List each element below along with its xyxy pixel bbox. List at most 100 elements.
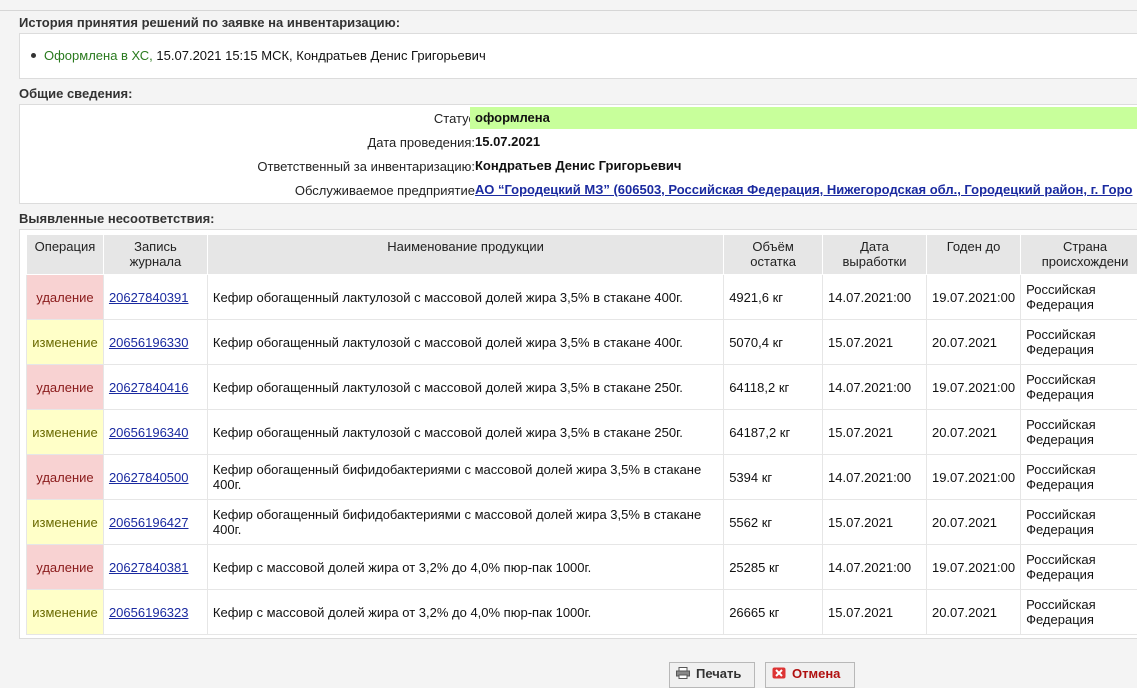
operation-cell: изменение <box>27 320 104 365</box>
table-row: удаление 20627840381 Кефир с массовой доле… <box>27 545 1137 590</box>
general-title: Общие сведения: <box>19 86 132 101</box>
record-link[interactable]: 20656196427 <box>109 515 189 530</box>
expires-cell: 20.07.2021 <box>926 590 1020 635</box>
record-cell: 20627840391 <box>103 275 207 320</box>
product-cell: Кефир обогащенный бифидобактериями с мас… <box>207 455 723 500</box>
expires-cell: 20.07.2021 <box>926 500 1020 545</box>
table-row: изменение20656196427Кефир обогащенный би… <box>27 500 1137 545</box>
record-cell: 20627840416 <box>103 365 207 410</box>
date-value: 15.07.2021 <box>470 131 540 153</box>
table-row: изменение 20656196340 Кефир обогащенный ла… <box>27 410 1137 455</box>
product-cell: Кефир обогащенный лактулозой с массовой … <box>207 365 723 410</box>
cancel-x-icon <box>772 667 786 679</box>
history-details: 15.07.2021 15:15 МСК, Кондратьев Денис Г… <box>153 48 486 63</box>
operation-cell: изменение <box>27 410 104 455</box>
record-cell: 20656196427 <box>103 500 207 545</box>
record-link[interactable]: 20656196323 <box>109 605 189 620</box>
table-row: изменение20656196323Кефир с массовой дол… <box>27 590 1137 635</box>
mismatches-title: Выявленные несоответствия: <box>19 211 215 226</box>
volume-cell: 26665 кг <box>724 590 823 635</box>
made-date-cell: 14.07.2021:00 <box>823 365 927 410</box>
record-link[interactable]: 20656196340 <box>109 425 189 440</box>
history-box: Оформлена в ХС, 15.07.2021 15:15 МСК, Ко… <box>19 33 1137 79</box>
enterprise-value: АО “Городецкий МЗ” (606503, Российская Ф… <box>470 179 1132 201</box>
product-cell: Кефир обогащенный лактулозой с массовой … <box>207 320 723 365</box>
volume-cell: 4921,6 кг <box>724 275 823 320</box>
table-header-row: Операция Запись журнала Наименование про… <box>27 235 1137 275</box>
record-cell: 20656196323 <box>103 590 207 635</box>
header-volume: Объём остатка <box>724 235 823 275</box>
table-row: удаление 20627840416 Кефир обогащенный лак… <box>27 365 1137 410</box>
history-status: Оформлена в ХС, <box>44 48 153 63</box>
country-cell: Российская Федерация <box>1021 455 1137 500</box>
product-cell: Кефир с массовой долей жира от 3,2% до 4… <box>207 545 723 590</box>
operation-cell: изменение <box>27 590 104 635</box>
header-record: Запись журнала <box>103 235 207 275</box>
header-operation: Операция <box>27 235 104 275</box>
made-date-cell: 15.07.2021 <box>823 320 927 365</box>
printer-icon <box>676 667 690 679</box>
bullet-icon <box>31 53 36 58</box>
volume-cell: 5070,4 кг <box>724 320 823 365</box>
volume-cell: 64187,2 кг <box>724 410 823 455</box>
mismatches-table: Операция Запись журнала Наименование про… <box>26 234 1137 635</box>
operation-cell: удаление <box>27 275 104 320</box>
operation-cell: изменение <box>27 500 104 545</box>
responsible-label: Ответственный за инвентаризацию: <box>257 159 475 174</box>
print-label: Печать <box>696 666 741 681</box>
made-date-cell: 15.07.2021 <box>823 410 927 455</box>
made-date-cell: 14.07.2021:00 <box>823 455 927 500</box>
expires-cell: 19.07.2021:00 <box>926 455 1020 500</box>
country-cell: Российская Федерация <box>1021 320 1137 365</box>
record-cell: 20656196340 <box>103 410 207 455</box>
record-link[interactable]: 20627840500 <box>109 470 189 485</box>
country-cell: Российская Федерация <box>1021 545 1137 590</box>
expires-cell: 19.07.2021:00 <box>926 365 1020 410</box>
volume-cell: 25285 кг <box>724 545 823 590</box>
date-label: Дата проведения: <box>367 135 475 150</box>
date-row: Дата проведения: 15.07.2021 <box>20 131 1137 153</box>
record-cell: 20627840500 <box>103 455 207 500</box>
cancel-label: Отмена <box>792 666 840 681</box>
volume-cell: 5394 кг <box>724 455 823 500</box>
product-cell: Кефир обогащенный лактулозой с массовой … <box>207 410 723 455</box>
header-country: Страна происхождени <box>1021 235 1137 275</box>
responsible-row: Ответственный за инвентаризацию: Кондрат… <box>20 155 1137 177</box>
expires-cell: 19.07.2021:00 <box>926 275 1020 320</box>
expires-cell: 20.07.2021 <box>926 320 1020 365</box>
record-cell: 20627840381 <box>103 545 207 590</box>
record-link[interactable]: 20627840381 <box>109 560 189 575</box>
volume-cell: 5562 кг <box>724 500 823 545</box>
made-date-cell: 15.07.2021 <box>823 500 927 545</box>
header-expires: Годен до <box>926 235 1020 275</box>
operation-cell: удаление <box>27 365 104 410</box>
country-cell: Российская Федерация <box>1021 590 1137 635</box>
record-link[interactable]: 20656196330 <box>109 335 189 350</box>
header-product: Наименование продукции <box>207 235 723 275</box>
product-cell: Кефир обогащенный лактулозой с массовой … <box>207 275 723 320</box>
record-link[interactable]: 20627840416 <box>109 380 189 395</box>
table-row: изменение 20656196330 Кефир обогащенный ла… <box>27 320 1137 365</box>
operation-cell: удаление <box>27 545 104 590</box>
record-link[interactable]: 20627840391 <box>109 290 189 305</box>
enterprise-link[interactable]: АО “Городецкий МЗ” (606503, Российская Ф… <box>475 182 1132 197</box>
operation-cell: удаление <box>27 455 104 500</box>
print-button[interactable]: Печать <box>669 662 755 688</box>
table-row: удаление 20627840500 Кефир обогащенный биф… <box>27 455 1137 500</box>
history-title: История принятия решений по заявке на ин… <box>19 15 400 30</box>
expires-cell: 20.07.2021 <box>926 410 1020 455</box>
top-divider <box>0 10 1137 11</box>
table-row: удаление 20627840391 Кефир обогащенный лак… <box>27 275 1137 320</box>
country-cell: Российская Федерация <box>1021 500 1137 545</box>
mismatches-box: Операция Запись журнала Наименование про… <box>19 229 1137 639</box>
enterprise-label: Обслуживаемое предприятие <box>295 183 475 198</box>
cancel-button[interactable]: Отмена <box>765 662 855 688</box>
status-label: Статус <box>434 111 475 126</box>
made-date-cell: 14.07.2021:00 <box>823 275 927 320</box>
made-date-cell: 14.07.2021:00 <box>823 545 927 590</box>
record-cell: 20656196330 <box>103 320 207 365</box>
responsible-value: Кондратьев Денис Григорьевич <box>470 155 681 177</box>
header-made-date: Дата выработки <box>823 235 927 275</box>
country-cell: Российская Федерация <box>1021 410 1137 455</box>
history-item: Оформлена в ХС, 15.07.2021 15:15 МСК, Ко… <box>30 48 486 63</box>
